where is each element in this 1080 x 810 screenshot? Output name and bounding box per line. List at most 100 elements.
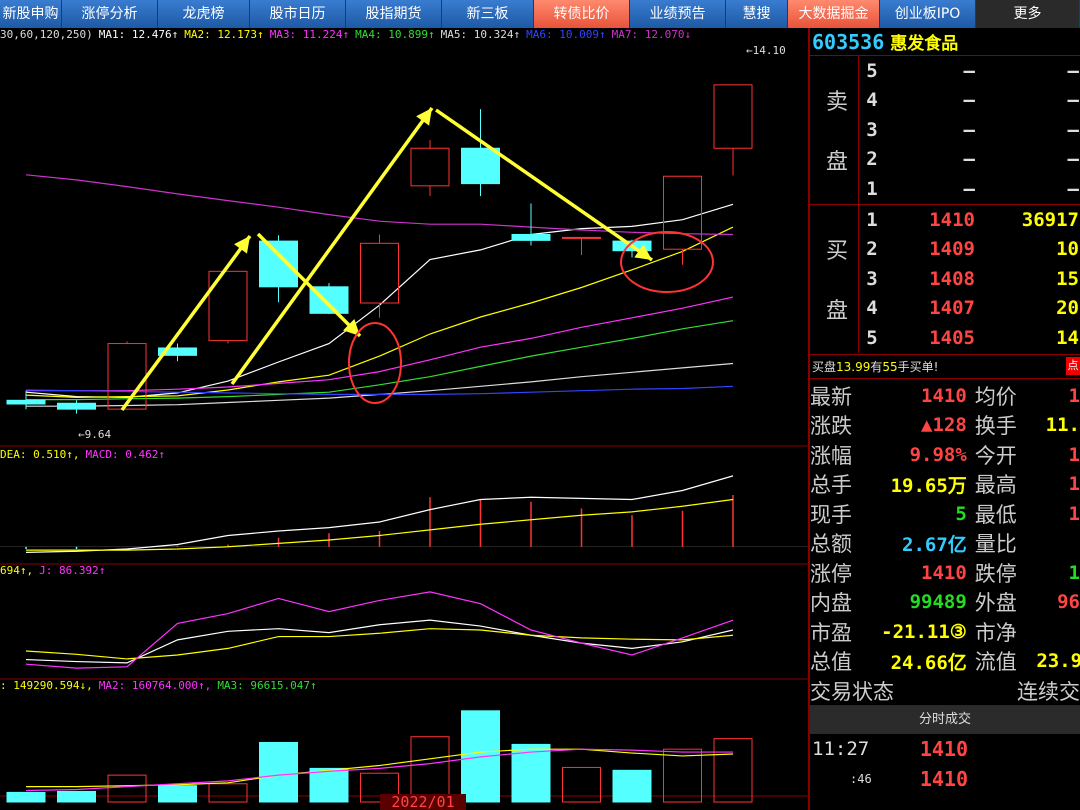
quote-value-2: 11. — [1045, 414, 1080, 437]
volume-bar — [57, 790, 96, 803]
quote-label-2: 均价 — [974, 384, 1017, 409]
quote-label-2: 外盘 — [974, 591, 1017, 616]
price: 1410 — [929, 208, 975, 231]
nav-tab-6[interactable]: 转债比价 — [534, 0, 630, 28]
quote-value: 9.98% — [909, 443, 967, 466]
price: 1409 — [929, 238, 975, 261]
nav-tab-10[interactable]: 创业板IPO — [880, 0, 976, 28]
buy-book: 买 盘 1 1410 36917 2 1409 10 3 1408 15 4 1407 20 5 1405… — [810, 205, 1080, 355]
quote-table: 最新 1410 均价 1 涨跌 ▲128 换手 11. 涨幅 9.98% 今开 1 总手 19.65万 最高… — [810, 379, 1080, 676]
annotation-circle — [348, 322, 402, 404]
level: 4 — [866, 89, 878, 112]
buy-row[interactable]: 2 1409 10 — [859, 235, 1080, 265]
sell-row[interactable]: 4 — — — [859, 86, 1080, 116]
quote-label: 总值 — [810, 650, 852, 675]
tick-time: 11:27 — [812, 738, 870, 760]
high-label: ←14.10 — [746, 44, 786, 57]
quote-value: ▲128 — [921, 414, 967, 437]
buy-label-1: 买 — [825, 239, 848, 264]
buy-info-count: 55 — [882, 360, 898, 374]
quote-label: 市盈 — [810, 620, 852, 645]
candle-body — [259, 240, 298, 288]
tick-header[interactable]: 分时成交 — [810, 706, 1080, 734]
quote-row: 市盈 -21.11③ 市净 — [810, 617, 1080, 647]
quote-panel: 603536 惠发食品 卖 盘 5— —4— —3— —2— —1— — 买 盘 1 141… — [808, 28, 1080, 810]
nav-tab-2[interactable]: 龙虎榜 — [158, 0, 250, 28]
kline-chart[interactable]: ←14.10 ←9.64 30,60,120,250) MA1: 12.476↑ MA… — [0, 28, 808, 810]
sell-row[interactable]: 3 — — — [859, 115, 1080, 145]
candle-body — [360, 242, 399, 304]
buy-row[interactable]: 5 1405 14 — [859, 323, 1080, 353]
quote-row: 总手 19.65万 最高 1 — [810, 470, 1080, 500]
sell-label-1: 卖 — [825, 90, 848, 115]
sell-book: 卖 盘 5 — — 4 — — 3 — — 2 — — 1 — — — [810, 56, 1080, 205]
nav-tab-0[interactable]: 新股申购 — [0, 0, 62, 28]
quote-label: 涨跌 — [810, 414, 852, 439]
candle-body — [6, 399, 46, 405]
quote-label: 总手 — [810, 473, 852, 498]
candle-body — [57, 402, 96, 410]
legend-item: MACD: 0.462↑ — [85, 448, 165, 461]
volume-bar — [713, 738, 753, 803]
nav-tab-8[interactable]: 慧搜 — [726, 0, 788, 28]
nav-tab-5[interactable]: 新三板 — [442, 0, 534, 28]
buy-row[interactable]: 4 1407 20 — [859, 294, 1080, 324]
quote-row: 涨幅 9.98% 今开 1 — [810, 440, 1080, 470]
buy-row[interactable]: 3 1408 15 — [859, 264, 1080, 294]
quote-label-2: 流值 — [974, 650, 1017, 675]
quote-value-2: 23.9 — [1036, 650, 1080, 673]
quote-label: 涨幅 — [810, 443, 852, 468]
quote-row: 内盘 99489 外盘 96 — [810, 588, 1080, 618]
tick-price: 1410 — [919, 737, 968, 761]
legend-item: MA4: 10.899↑ — [355, 28, 435, 41]
legend-item: MA1: 12.476↑ — [98, 28, 179, 41]
ma-line-MA4 — [26, 320, 734, 401]
nav-tab-9[interactable]: 大数据掘金 — [788, 0, 880, 28]
volume: — — [1067, 118, 1079, 141]
quote-label-2: 今开 — [974, 443, 1017, 468]
price: — — [963, 118, 975, 141]
ma-line-MA7 — [25, 174, 734, 236]
sell-row[interactable]: 5 — — — [859, 56, 1080, 86]
candle-body — [410, 147, 450, 187]
stock-code: 603536 — [812, 29, 885, 54]
nav-tab-1[interactable]: 涨停分析 — [62, 0, 158, 28]
quote-value: 1410 — [921, 561, 967, 584]
level: 2 — [866, 238, 878, 261]
legend-item: MA2: 12.173↑ — [184, 28, 264, 41]
sell-row[interactable]: 2 — — — [859, 145, 1080, 175]
quote-row: 现手 5 最低 1 — [810, 499, 1080, 529]
buy-row[interactable]: 1 1410 36917 — [859, 205, 1080, 235]
quote-row: 最新 1410 均价 1 — [810, 381, 1080, 411]
tick-row: 11:27 1410 — [810, 734, 1080, 764]
macd-legend: DEA: 0.510↑, MACD: 0.462↑ — [0, 448, 165, 466]
sell-row[interactable]: 1 — — — [859, 174, 1080, 204]
volume-bar — [6, 791, 46, 803]
nav-tab-3[interactable]: 股市日历 — [250, 0, 346, 28]
buy-label-2: 盘 — [825, 299, 848, 324]
volume-legend: : 149290.594↓, MA2: 160764.000↑, MA3: 9661… — [0, 679, 317, 697]
price-legend: 30,60,120,250) MA1: 12.476↑ MA2: 12.173↑ MA… — [0, 28, 691, 46]
quote-value: -21.11③ — [881, 620, 967, 643]
legend-item: MA7: 12.070↓ — [611, 28, 692, 41]
stock-header: 603536 惠发食品 — [810, 28, 1080, 56]
top-nav: 新股申购 涨停分析 龙虎榜 股市日历 股指期货 新三板 转债比价 业绩预告 慧搜 大数据掘金 创业板… — [0, 0, 1080, 28]
quote-label: 现手 — [810, 502, 852, 527]
quote-label-2: 换手 — [974, 414, 1017, 439]
trade-state-value: 连续交 — [1017, 679, 1080, 704]
sell-label-2: 盘 — [825, 150, 848, 175]
nav-tab-4[interactable]: 股指期货 — [346, 0, 442, 28]
volume: 36917 — [1021, 208, 1079, 231]
price: — — [963, 148, 975, 171]
quote-row: 涨跌 ▲128 换手 11. — [810, 411, 1080, 441]
detail-corner-button[interactable]: 点 — [1066, 357, 1080, 375]
kdj-legend: 694↑, J: 86.392↑ — [0, 564, 105, 582]
volume: 10 — [1056, 238, 1079, 261]
nav-tab-7[interactable]: 业绩预告 — [630, 0, 726, 28]
kdj-k-line — [25, 619, 734, 664]
nav-tab-11[interactable]: 更多 — [976, 0, 1080, 28]
level: 3 — [866, 118, 878, 141]
candle-body — [713, 84, 753, 149]
quote-value-2: 1 — [1068, 561, 1080, 584]
quote-value: 5 — [955, 502, 967, 525]
